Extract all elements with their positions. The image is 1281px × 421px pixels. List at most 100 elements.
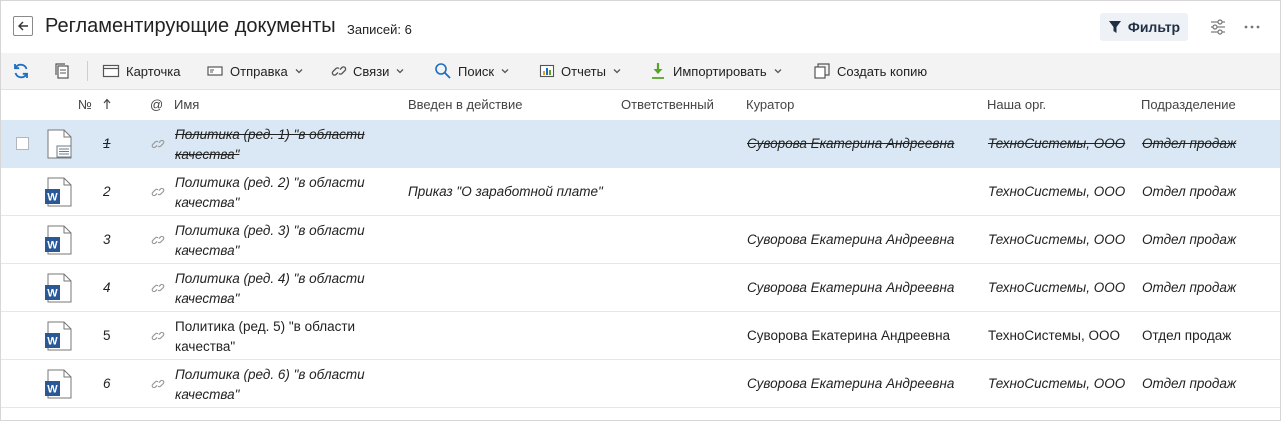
column-name[interactable]: Имя: [174, 90, 199, 120]
row-department: Отдел продаж: [1142, 232, 1237, 247]
row-name-line2: качества": [175, 195, 240, 210]
column-department[interactable]: Подразделение: [1141, 90, 1236, 120]
filter-label: Фильтр: [1127, 19, 1181, 35]
svg-text:W: W: [47, 384, 58, 396]
column-responsible[interactable]: Ответственный: [621, 90, 714, 120]
links-label: Связи: [353, 63, 390, 79]
link-icon: [151, 379, 165, 389]
row-curator: Суворова Екатерина Андреевна: [747, 232, 955, 247]
row-number: 5: [103, 328, 111, 343]
send-icon: [207, 66, 223, 76]
table-row[interactable]: W 5 Политика (ред. 5) "в области качеств…: [1, 312, 1280, 360]
send-label: Отправка: [230, 63, 288, 79]
row-name-line2: качества": [175, 339, 236, 354]
row-name-line2: качества": [175, 147, 240, 162]
row-department: Отдел продаж: [1142, 376, 1237, 391]
funnel-icon: [1108, 21, 1121, 33]
word-doc-icon: W: [45, 321, 72, 351]
table-row[interactable]: W 3 Политика (ред. 3) "в области качеств…: [1, 216, 1280, 264]
table-row[interactable]: W 4 Политика (ред. 4) "в области качеств…: [1, 264, 1280, 312]
link-icon: [151, 235, 165, 245]
card-label: Карточка: [126, 63, 181, 79]
row-name[interactable]: Политика (ред. 1) "в области качества": [175, 125, 385, 165]
column-org[interactable]: Наша орг.: [987, 90, 1046, 120]
toolbar-divider: [87, 61, 88, 81]
import-button[interactable]: Импортировать: [649, 53, 783, 89]
row-name[interactable]: Политика (ред. 6) "в области качества": [175, 365, 385, 405]
row-name-line1: Политика (ред. 5) "в области: [175, 319, 356, 334]
reports-button[interactable]: Отчеты: [539, 53, 622, 89]
chevron-down-icon: [613, 69, 621, 74]
column-effective[interactable]: Введен в действие: [408, 90, 522, 120]
generic-doc-icon: [47, 129, 72, 159]
arrow-left-icon: [18, 21, 28, 31]
table-row[interactable]: W 2 Политика (ред. 2) "в области качеств…: [1, 168, 1280, 216]
row-number: 1: [103, 136, 111, 151]
sliders-icon: [1211, 19, 1225, 35]
row-org: ТехноСистемы, ООО: [988, 136, 1126, 151]
ellipsis-icon: [1244, 25, 1260, 29]
column-number[interactable]: №: [78, 90, 112, 120]
card-button[interactable]: Карточка: [102, 53, 180, 89]
import-label: Импортировать: [673, 63, 767, 79]
record-count: Записей: 6: [347, 22, 412, 37]
create-copy-button[interactable]: Создать копию: [813, 53, 927, 89]
link-icon: [331, 66, 347, 76]
refresh-button[interactable]: [12, 53, 30, 89]
window: Регламентирующие документы Записей: 6 Фи…: [0, 0, 1281, 421]
duplicate-icon: [814, 63, 830, 79]
svg-text:W: W: [47, 192, 58, 204]
table-body: 1 Политика (ред. 1) "в области качества"…: [1, 120, 1280, 408]
page-header: Регламентирующие документы Записей: 6 Фи…: [1, 1, 1280, 53]
select-all-button[interactable]: [53, 53, 71, 89]
row-curator: Суворова Екатерина Андреевна: [747, 376, 955, 391]
row-org: ТехноСистемы, ООО: [988, 232, 1126, 247]
copy-list-icon: [55, 63, 69, 79]
back-button[interactable]: [13, 16, 33, 36]
column-attachment[interactable]: @: [150, 90, 163, 120]
word-doc-icon: W: [45, 273, 72, 303]
row-name-line1: Политика (ред. 2) "в области: [175, 175, 365, 190]
row-curator: Суворова Екатерина Андреевна: [747, 280, 955, 295]
filter-button[interactable]: Фильтр: [1100, 13, 1188, 41]
table-row[interactable]: 1 Политика (ред. 1) "в области качества"…: [1, 120, 1280, 168]
table-header: № @ Имя Введен в действие Ответственный …: [1, 90, 1280, 120]
row-name-line2: качества": [175, 387, 240, 402]
row-number: 4: [103, 280, 111, 295]
row-number: 3: [103, 232, 111, 247]
view-settings-button[interactable]: [1208, 17, 1228, 37]
row-org: ТехноСистемы, ООО: [988, 376, 1126, 391]
chart-icon: [539, 64, 555, 78]
row-checkbox[interactable]: [16, 137, 29, 150]
row-name[interactable]: Политика (ред. 3) "в области качества": [175, 221, 385, 261]
table-row[interactable]: W 6 Политика (ред. 6) "в области качеств…: [1, 360, 1280, 408]
row-name[interactable]: Политика (ред. 2) "в области качества": [175, 173, 385, 213]
row-org: ТехноСистемы, ООО: [988, 184, 1126, 199]
svg-text:W: W: [47, 240, 58, 252]
row-name-line1: Политика (ред. 1) "в области: [175, 127, 365, 142]
row-department: Отдел продаж: [1142, 136, 1237, 151]
search-button[interactable]: Поиск: [434, 53, 510, 89]
chevron-down-icon: [295, 69, 303, 74]
row-name[interactable]: Политика (ред. 4) "в области качества": [175, 269, 385, 309]
link-icon: [151, 187, 165, 197]
row-org: ТехноСистемы, ООО: [988, 328, 1120, 343]
row-name-line1: Политика (ред. 6) "в области: [175, 367, 365, 382]
link-icon: [151, 331, 165, 341]
word-doc-icon: W: [45, 225, 72, 255]
row-name[interactable]: Политика (ред. 5) "в области качества": [175, 317, 385, 357]
send-button[interactable]: Отправка: [206, 53, 304, 89]
search-icon: [435, 63, 451, 79]
download-icon: [652, 63, 664, 79]
chevron-down-icon: [396, 69, 404, 74]
svg-text:W: W: [47, 288, 58, 300]
refresh-icon: [14, 63, 28, 79]
row-number: 2: [103, 184, 111, 199]
row-department: Отдел продаж: [1142, 184, 1237, 199]
row-department: Отдел продаж: [1142, 280, 1237, 295]
more-button[interactable]: [1242, 17, 1262, 37]
column-curator[interactable]: Куратор: [746, 90, 794, 120]
word-doc-icon: W: [45, 177, 72, 207]
column-number-label: №: [78, 97, 92, 112]
links-button[interactable]: Связи: [331, 53, 405, 89]
